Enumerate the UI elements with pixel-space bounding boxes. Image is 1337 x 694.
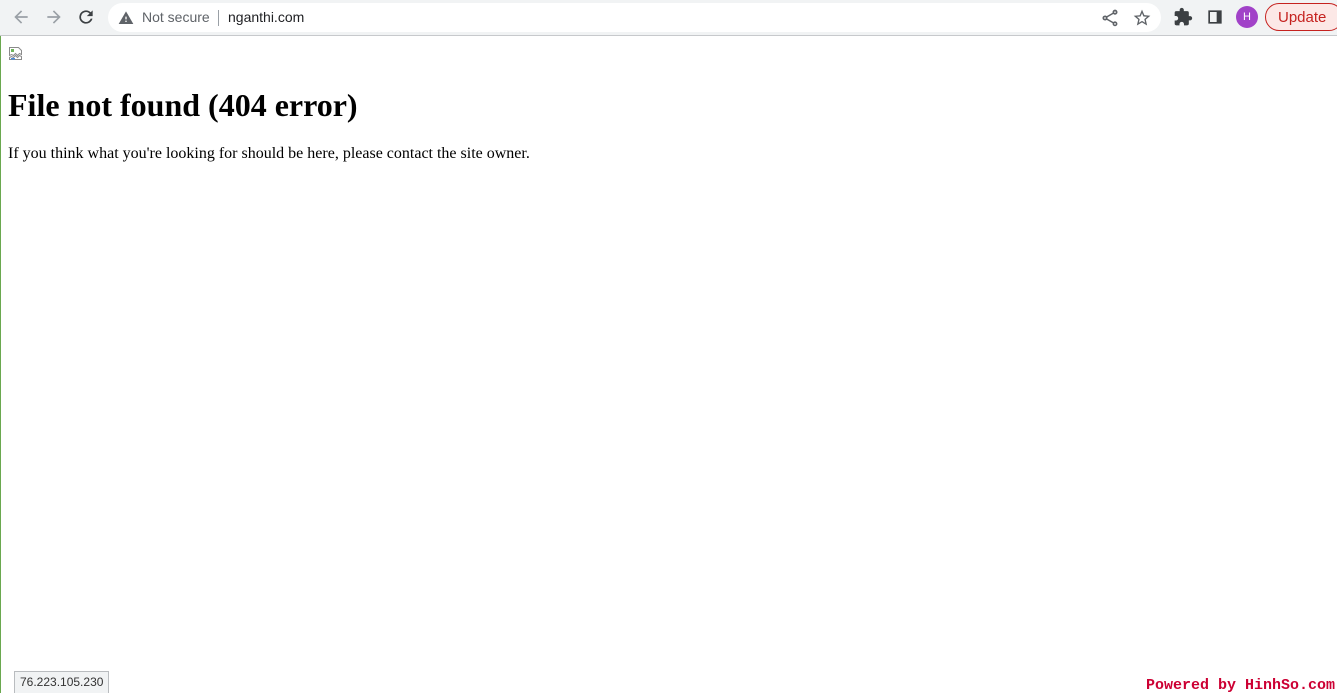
watermark-text: Powered by HinhSo.com bbox=[1145, 677, 1335, 694]
side-panel-icon bbox=[1208, 10, 1222, 24]
profile-avatar[interactable]: H bbox=[1236, 6, 1258, 28]
reload-button[interactable] bbox=[72, 3, 100, 31]
page-left-edge bbox=[0, 36, 1, 693]
reload-icon bbox=[79, 10, 93, 24]
warning-triangle-icon[interactable] bbox=[118, 10, 134, 26]
omnibox-divider bbox=[218, 10, 219, 26]
arrow-right-icon bbox=[47, 10, 61, 24]
puzzle-icon bbox=[1174, 7, 1193, 26]
security-status-label[interactable]: Not secure bbox=[142, 9, 210, 25]
arrow-left-icon bbox=[14, 10, 28, 24]
status-bubble-link: 76.223.105.230 bbox=[14, 671, 110, 693]
error-message: If you think what you're looking for sho… bbox=[8, 145, 530, 162]
page-title: File not found (404 error) bbox=[8, 87, 358, 123]
forward-button[interactable] bbox=[40, 3, 68, 31]
extensions-button[interactable] bbox=[1169, 3, 1197, 31]
side-panel-button[interactable] bbox=[1201, 3, 1229, 31]
broken-image-icon bbox=[9, 47, 22, 60]
star-icon[interactable] bbox=[1132, 8, 1152, 28]
url-text[interactable]: nganthi.com bbox=[228, 9, 304, 25]
update-button[interactable]: Update bbox=[1265, 3, 1337, 31]
share-icon[interactable] bbox=[1100, 8, 1120, 28]
browser-toolbar: Not secure nganthi.com H Update bbox=[0, 0, 1337, 36]
back-button[interactable] bbox=[7, 3, 35, 31]
address-bar[interactable]: Not secure nganthi.com bbox=[108, 3, 1161, 32]
